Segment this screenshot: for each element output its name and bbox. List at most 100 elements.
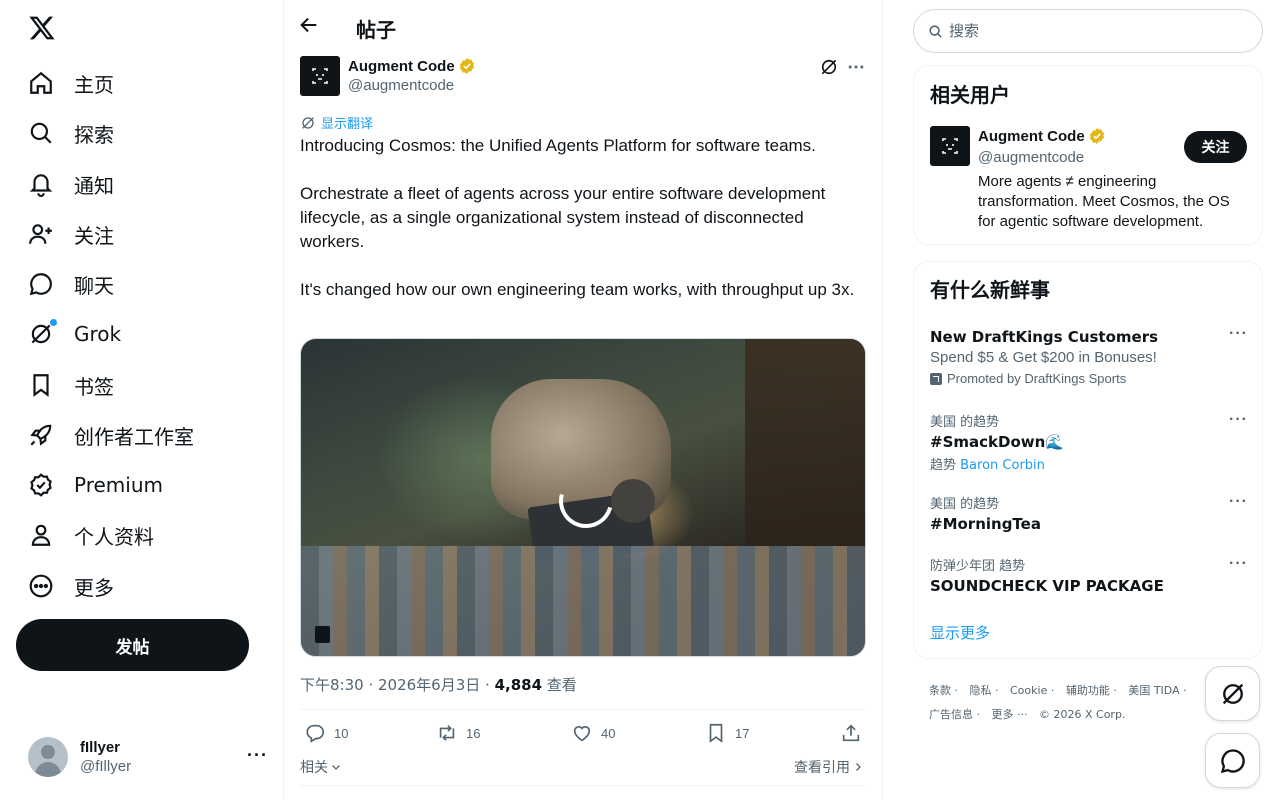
- nav-item-notifications[interactable]: 通知: [28, 164, 114, 204]
- user-bio: More agents ≠ engineering transformation…: [978, 173, 1230, 230]
- more-horizontal-icon[interactable]: ···: [1229, 555, 1248, 573]
- footer-link[interactable]: 更多 ···: [992, 708, 1028, 721]
- back-arrow-icon[interactable]: [298, 14, 322, 38]
- trend-item[interactable]: 美国 的趋势 #MorningTea ···: [930, 493, 1248, 533]
- trend-subtitle: Spend $5 & Get $200 in Bonuses!: [930, 349, 1157, 366]
- follow-button[interactable]: 关注: [1184, 131, 1247, 163]
- user-avatar[interactable]: [930, 126, 970, 166]
- like-count: 40: [601, 725, 616, 741]
- bookmark-button[interactable]: 17: [705, 722, 749, 744]
- search-input[interactable]: [949, 22, 1229, 40]
- card-title: 相关用户: [930, 83, 1010, 107]
- more-horizontal-icon[interactable]: ···: [1229, 325, 1248, 343]
- footer-link[interactable]: 美国 TIDA ·: [1128, 684, 1186, 697]
- share-icon: [842, 724, 860, 742]
- card-title: 有什么新鲜事: [930, 278, 1050, 302]
- nav-item-bookmarks[interactable]: 书签: [28, 365, 114, 405]
- nav-item-grok[interactable]: Grok: [28, 314, 121, 354]
- account-switcher[interactable]: fIllyer @fIllyer ···: [28, 735, 268, 779]
- trend-item[interactable]: 防弹少年团 趋势 SOUNDCHECK VIP PACKAGE ···: [930, 555, 1248, 595]
- tweet-video[interactable]: [300, 338, 866, 657]
- nav-label: Grok: [74, 322, 122, 346]
- quotes-label: 查看引用: [794, 760, 850, 776]
- page-header: 帖子: [284, 0, 883, 53]
- copyright: © 2026 X Corp.: [1039, 708, 1126, 721]
- user-name[interactable]: Augment Code: [978, 127, 1106, 145]
- reply-icon: [306, 724, 325, 743]
- bookmark-count: 17: [735, 725, 750, 741]
- trend-context: 美国 的趋势: [930, 497, 1000, 512]
- trend-name: #MorningTea: [930, 515, 1041, 533]
- verified-badge-icon: [459, 58, 474, 74]
- grok-icon: [1222, 683, 1243, 704]
- tweet-meta: 下午8:30 · 2026年6月3日 · 4,884 查看: [300, 674, 577, 695]
- bookmark-icon: [709, 723, 723, 743]
- trend-item[interactable]: 美国 的趋势 #SmackDown🌊 趋势 Baron Corbin ···: [930, 411, 1248, 473]
- nav-item-explore[interactable]: 探索: [28, 113, 114, 153]
- footer-link[interactable]: 隐私 ·: [970, 684, 999, 697]
- more-horizontal-icon[interactable]: [846, 57, 866, 77]
- nav-item-follow[interactable]: 关注: [28, 214, 114, 254]
- footer-link[interactable]: 辅助功能 ·: [1066, 684, 1117, 697]
- trend-item[interactable]: New DraftKings Customers Spend $5 & Get …: [930, 325, 1248, 386]
- grok-icon: [28, 319, 57, 347]
- home-icon: [28, 70, 54, 96]
- author-handle[interactable]: @augmentcode: [348, 77, 454, 94]
- add-user-icon: [28, 221, 54, 247]
- nav-label: 个人资料: [74, 524, 154, 549]
- chevron-right-icon: [856, 763, 861, 771]
- retweet-button[interactable]: 16: [436, 722, 480, 744]
- trend-name: #SmackDown🌊: [930, 433, 1064, 451]
- promoted-icon: [930, 372, 942, 385]
- footer-link[interactable]: 条款 ·: [929, 684, 958, 697]
- more-horizontal-icon[interactable]: ···: [247, 745, 268, 766]
- x-logo-icon[interactable]: [28, 14, 56, 42]
- author-avatar[interactable]: [300, 56, 340, 96]
- nav-label: 关注: [74, 223, 114, 248]
- retweet-icon: [439, 725, 455, 741]
- nav-label: 聊天: [74, 273, 114, 298]
- related-toggle[interactable]: 相关: [300, 757, 342, 777]
- search-icon: [929, 24, 942, 38]
- profile-icon: [28, 522, 54, 548]
- view-quotes-link[interactable]: 查看引用: [794, 757, 864, 777]
- tweet-timestamp[interactable]: 下午8:30 · 2026年6月3日 ·: [300, 676, 495, 694]
- nav-item-profile[interactable]: 个人资料: [28, 515, 154, 555]
- trend-related-link[interactable]: Baron Corbin: [960, 458, 1045, 473]
- nav-label: 主页: [74, 72, 114, 97]
- main-column: 帖子 Augment Code @augmentcode 显示翻译 Introd…: [284, 0, 883, 800]
- more-horizontal-icon[interactable]: ···: [1229, 411, 1248, 429]
- author-name[interactable]: Augment Code: [348, 57, 476, 75]
- nav-label: 通知: [74, 173, 114, 198]
- messages-fab-button[interactable]: [1205, 733, 1260, 788]
- nav-item-creator-studio[interactable]: 创作者工作室: [28, 415, 194, 455]
- bookmark-icon: [28, 372, 54, 398]
- translate-link[interactable]: 显示翻译: [300, 113, 373, 132]
- footer-link[interactable]: Cookie ·: [1010, 684, 1054, 697]
- share-button[interactable]: [840, 722, 870, 744]
- video-indicator-icon: [315, 626, 330, 643]
- related-label: 相关: [300, 760, 328, 776]
- translate-label: 显示翻译: [321, 117, 374, 132]
- grok-icon[interactable]: [819, 57, 839, 77]
- show-more-link[interactable]: 显示更多: [930, 622, 990, 643]
- more-circle-icon: [28, 573, 54, 599]
- nav-item-chat[interactable]: 聊天: [28, 264, 114, 304]
- nav-item-more[interactable]: 更多: [28, 566, 114, 606]
- user-handle[interactable]: @augmentcode: [978, 149, 1084, 166]
- promoted-label: Promoted by DraftKings Sports: [930, 371, 1248, 386]
- chat-icon: [1220, 748, 1245, 773]
- nav-label: Premium: [74, 473, 163, 497]
- footer-link[interactable]: 广告信息 ·: [929, 708, 980, 721]
- more-horizontal-icon[interactable]: ···: [1229, 493, 1248, 511]
- post-button[interactable]: 发帖: [16, 619, 249, 671]
- reply-button[interactable]: 10: [304, 722, 348, 744]
- search-box[interactable]: [913, 9, 1263, 53]
- grok-fab-button[interactable]: [1205, 666, 1260, 721]
- premium-icon: [28, 472, 54, 498]
- like-button[interactable]: 40: [571, 722, 615, 744]
- view-count: 4,884: [494, 676, 543, 694]
- retweet-count: 16: [466, 725, 481, 741]
- nav-item-premium[interactable]: Premium: [28, 465, 163, 505]
- nav-item-home[interactable]: 主页: [28, 63, 114, 103]
